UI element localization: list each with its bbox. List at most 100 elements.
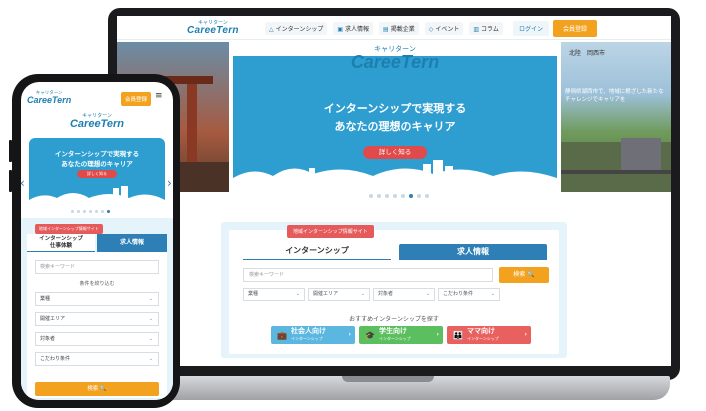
cityscape-illustration	[233, 160, 557, 192]
family-icon: 👪	[453, 330, 463, 340]
category-text: ママ向け インターンシップ	[467, 328, 499, 342]
hamburger-menu-icon[interactable]: ≡	[155, 91, 163, 101]
laptop-screen: キャリターン CareeTern △ インターンシップ ▣ 求人情報 ▤ 掲載企業 ◇…	[117, 16, 671, 366]
recommend-label: おすすめインターンシップを探す	[349, 316, 439, 323]
tab-internship[interactable]: インターンシップ	[243, 244, 391, 260]
pagination-dot[interactable]	[417, 194, 421, 198]
search-panel: 地域インターンシップ情報サイト インターンシップ 仕事体験 求人情報 検索キーワ…	[21, 218, 173, 400]
pagination-dot[interactable]	[89, 210, 92, 213]
chevron-down-icon: ⌄	[148, 296, 153, 302]
logo-text: CareeTern	[27, 95, 72, 105]
area-select[interactable]: 開催エリア ⌄	[308, 288, 370, 301]
pagination-dot-active[interactable]	[409, 194, 413, 198]
conditions-select[interactable]: こだわり条件 ⌄	[438, 288, 500, 301]
pagination-dot[interactable]	[77, 210, 80, 213]
category-sub: インターンシップ	[378, 336, 411, 341]
select-label: こだわり条件	[40, 356, 71, 362]
keyword-input[interactable]: 検索キーワード	[35, 260, 159, 274]
briefcase-icon: ▣	[337, 26, 343, 33]
hero-headline-2: あなたの理想のキャリア	[334, 120, 456, 133]
nav-label: 掲載企業	[390, 26, 415, 33]
industry-select[interactable]: 業種 ⌄	[35, 292, 159, 306]
category-buttons: 💼 社会人向け インターンシップ › 🎓 学生向け インターンシップ › 👪 ママ向…	[271, 326, 531, 344]
nav-item-events[interactable]: ◇ イベント	[424, 22, 464, 35]
tab-label-line-1: インターンシップ	[39, 236, 83, 242]
area-select[interactable]: 開催エリア ⌄	[35, 312, 159, 326]
search-badge: 地域インターンシップ情報サイト	[287, 225, 374, 238]
hero-brand-logo: CareeTern	[69, 118, 124, 130]
search-card: 検索キーワード 条件を絞り込む 業種 ⌄ 開催エリア ⌄ 対象者 ⌄ こだわり条件 ⌄ …	[27, 252, 167, 398]
select-label: 開催エリア	[40, 316, 66, 322]
chevron-down-icon: ⌄	[148, 316, 153, 322]
site-logo[interactable]: キャリターン CareeTern	[187, 19, 239, 36]
chevron-right-icon: ›	[436, 331, 439, 338]
register-button[interactable]: 会員登録	[553, 20, 598, 37]
category-moms[interactable]: 👪 ママ向け インターンシップ ›	[447, 326, 531, 344]
tab-jobs[interactable]: 求人情報	[399, 244, 547, 260]
select-label: 開催エリア	[313, 291, 339, 297]
pagination-dot-active[interactable]	[107, 210, 110, 213]
chevron-right-icon: ›	[524, 331, 527, 338]
category-title: 学生向け	[378, 327, 407, 335]
search-card: 地域インターンシップ情報サイト インターンシップ 求人情報 検索キーワード 検索…	[229, 225, 559, 354]
category-working-adults[interactable]: 💼 社会人向け インターンシップ ›	[271, 326, 355, 344]
tab-internship[interactable]: インターンシップ 仕事体験	[27, 234, 95, 252]
search-button[interactable]: 検索 🔍	[35, 382, 159, 396]
category-sub: インターンシップ	[290, 336, 323, 341]
select-label: 対象者	[40, 336, 56, 342]
filter-selects: 業種 ⌄ 開催エリア ⌄ 対象者 ⌄ こだわり条件 ⌄	[243, 288, 500, 301]
conditions-select[interactable]: こだわり条件 ⌄	[35, 352, 159, 366]
chevron-right-icon[interactable]: ›	[167, 176, 172, 190]
pagination-dot[interactable]	[425, 194, 429, 198]
search-button[interactable]: 検索 🔍	[499, 267, 549, 283]
pagination-dot[interactable]	[401, 194, 405, 198]
hero-slide-next-image[interactable]: 北陸 岡西市 静岡県湖西市で、地域に根ざした新たなチャレンジでキャリアを	[561, 42, 671, 192]
hero-banner: キャリターン CareeTern インターンシップで実現する あなたの理想のキャ…	[21, 108, 173, 208]
mockup-stage: キャリターン CareeTern △ インターンシップ ▣ 求人情報 ▤ 掲載企業 ◇…	[0, 0, 706, 411]
category-title: 社会人向け	[290, 327, 326, 335]
login-button[interactable]: ログイン	[513, 21, 550, 36]
pagination-dot[interactable]	[377, 194, 381, 198]
narrow-label: 条件を絞り込む	[79, 281, 115, 287]
category-students[interactable]: 🎓 学生向け インターンシップ ›	[359, 326, 443, 344]
column-icon: ▥	[473, 26, 480, 33]
pagination-dot[interactable]	[385, 194, 389, 198]
pagination-dot[interactable]	[71, 210, 74, 213]
keyword-input[interactable]: 検索キーワード	[243, 268, 493, 282]
chevron-down-icon: ⌄	[360, 291, 365, 297]
nav-item-column[interactable]: ▥ コラム	[469, 22, 503, 35]
site-logo[interactable]: キャリターン CareeTern	[27, 90, 71, 105]
hero-cta-button[interactable]: 詳しく知る	[77, 170, 117, 178]
station-photo	[561, 138, 671, 192]
pagination-dot[interactable]	[95, 210, 98, 213]
hero-headline-1: インターンシップで実現する	[323, 102, 467, 115]
category-text: 学生向け インターンシップ	[379, 328, 411, 342]
search-badge: 地域インターンシップ情報サイト	[35, 224, 103, 234]
chevron-left-icon[interactable]: ‹	[21, 176, 25, 190]
building-icon: ▤	[383, 26, 389, 33]
pagination-dot[interactable]	[369, 194, 373, 198]
nav-label: コラム	[481, 26, 499, 33]
hero-pagination	[71, 210, 110, 213]
chevron-down-icon: ⌄	[148, 356, 153, 362]
pagination-dot[interactable]	[101, 210, 104, 213]
nav-item-internship[interactable]: △ インターンシップ	[265, 22, 328, 35]
pagination-dot[interactable]	[83, 210, 86, 213]
nav-label: 求人情報	[345, 26, 370, 33]
select-label: 対象者	[378, 291, 394, 297]
register-button[interactable]: 会員登録	[121, 92, 152, 106]
select-label: こだわり条件	[443, 291, 474, 297]
tab-jobs[interactable]: 求人情報	[97, 234, 167, 252]
target-select[interactable]: 対象者 ⌄	[373, 288, 435, 301]
select-label: 業種	[40, 296, 51, 302]
nav-item-companies[interactable]: ▤ 掲載企業	[379, 22, 419, 35]
industry-select[interactable]: 業種 ⌄	[243, 288, 305, 301]
target-select[interactable]: 対象者 ⌄	[35, 332, 159, 346]
pagination-dot[interactable]	[393, 194, 397, 198]
chevron-down-icon: ⌄	[490, 291, 495, 297]
cityscape-illustration	[29, 186, 165, 208]
nav-label: イベント	[435, 26, 460, 33]
nav-item-jobs[interactable]: ▣ 求人情報	[333, 22, 374, 35]
hero-banner: キャリターン CareeTern インターンシップで実現する あなたの理想のキャ…	[233, 42, 557, 192]
main-nav: △ インターンシップ ▣ 求人情報 ▤ 掲載企業 ◇ イベント ▥ コラム	[265, 22, 503, 35]
